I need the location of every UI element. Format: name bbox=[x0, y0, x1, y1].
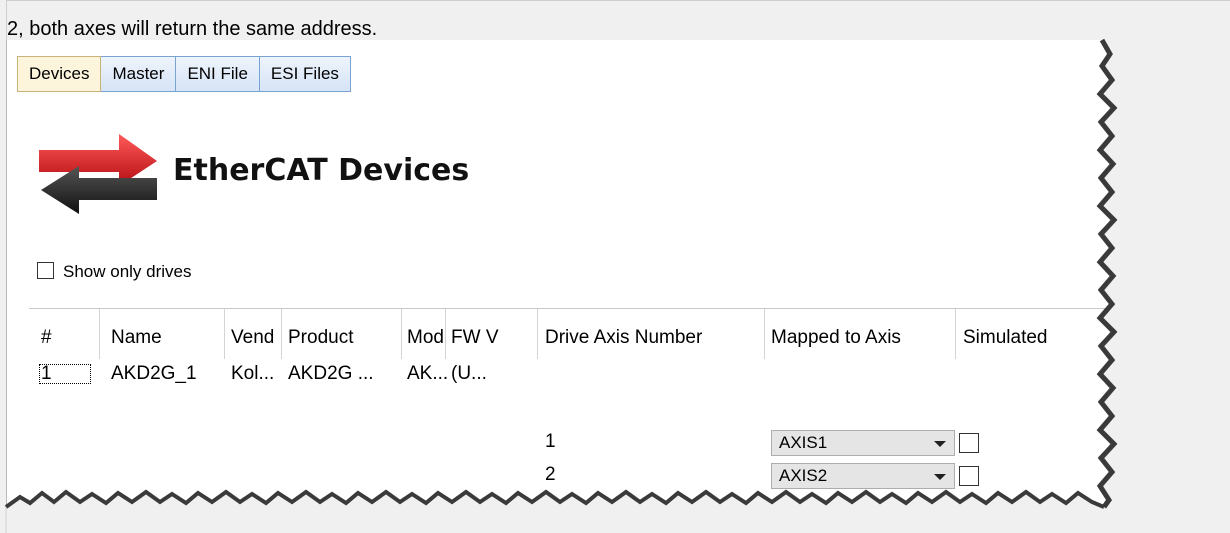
torn-edge-decoration bbox=[4, 38, 1230, 533]
